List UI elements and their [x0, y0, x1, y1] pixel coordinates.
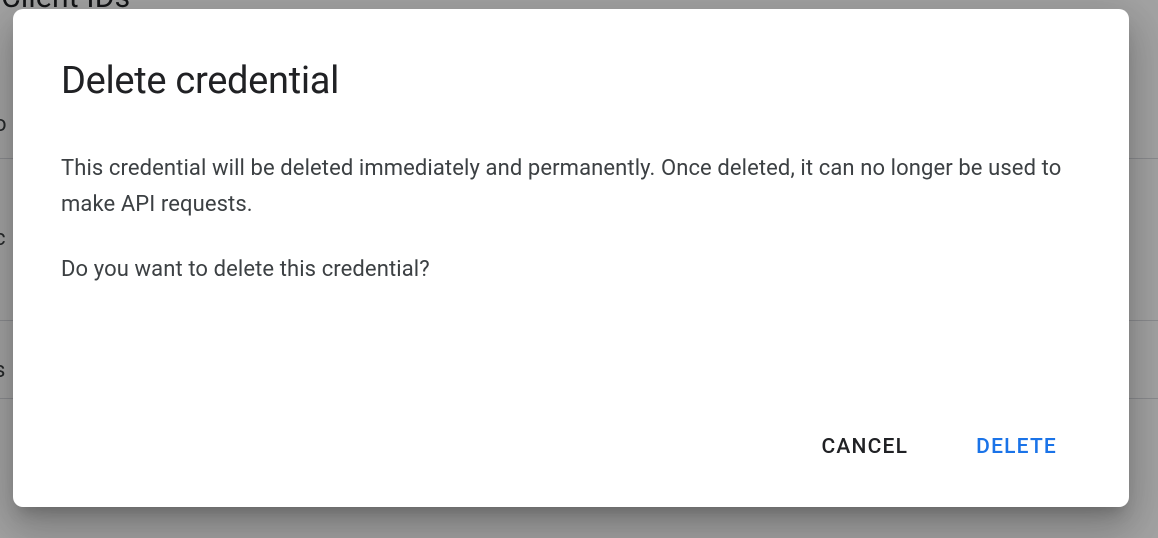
cancel-button[interactable]: CANCEL — [810, 427, 921, 467]
dialog-actions: CANCEL DELETE — [61, 427, 1081, 475]
dialog-body: This credential will be deleted immediat… — [61, 151, 1081, 427]
delete-button[interactable]: DELETE — [964, 427, 1069, 467]
dialog-confirm-question: Do you want to delete this credential? — [61, 252, 1081, 288]
dialog-title: Delete credential — [61, 59, 1081, 103]
delete-credential-dialog: Delete credential This credential will b… — [13, 9, 1129, 507]
dialog-warning-text: This credential will be deleted immediat… — [61, 151, 1081, 224]
